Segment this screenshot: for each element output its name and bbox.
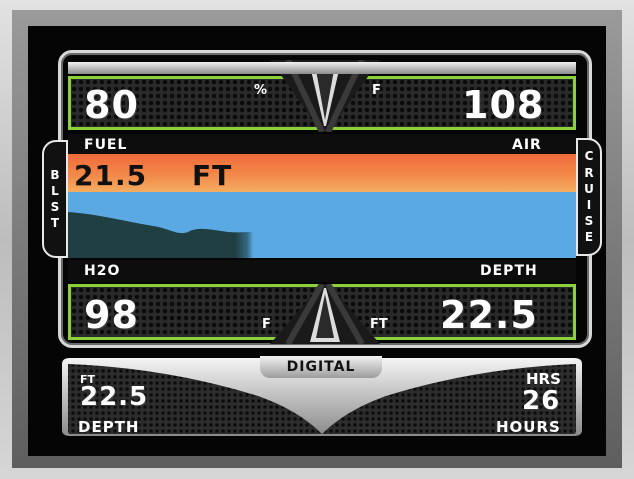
bottom-hours-value: 26 [522, 386, 561, 416]
blast-tab[interactable]: B L S T [42, 140, 68, 258]
blast-letter: B [50, 167, 60, 182]
sonar-depth-unit: FT [192, 159, 233, 192]
cruise-letter: I [586, 198, 592, 212]
air-value: 108 [462, 83, 545, 127]
depth-label: DEPTH [480, 263, 538, 279]
h2o-value: 98 [84, 293, 139, 337]
blast-letter: T [50, 216, 60, 231]
sonar-depth-value: 21.5 [74, 159, 148, 192]
sonar-water-view [68, 192, 576, 258]
digital-mode-button[interactable]: DIGITAL [260, 356, 382, 378]
depth-value: 22.5 [440, 293, 538, 337]
air-label: AIR [512, 137, 542, 153]
cruise-letter: U [584, 181, 594, 196]
bottom-depth-value: 22.5 [80, 382, 149, 412]
depth-unit: FT [370, 317, 388, 332]
top-label-stripe [68, 134, 576, 156]
cruise-letter: E [584, 230, 594, 245]
cruise-letter: R [584, 165, 594, 180]
bottom-hours-label: HOURS [496, 418, 561, 436]
fuel-label: FUEL [84, 137, 128, 153]
blast-letter: S [50, 200, 60, 214]
cruise-tab[interactable]: C R U I S E [576, 138, 602, 256]
fuel-value: 80 [84, 83, 139, 127]
cruise-letter: C [584, 149, 594, 164]
bottom-hours-unit: HRS [526, 370, 561, 388]
air-unit: F [372, 83, 381, 98]
bottom-depth-label: DEPTH [78, 418, 140, 436]
h2o-unit: F [262, 317, 271, 332]
sonar-bottom-profile [68, 206, 367, 258]
blast-letter: L [51, 183, 59, 198]
fuel-unit: % [254, 83, 268, 98]
bottom-v-divider [270, 284, 380, 344]
top-chrome-strip [68, 62, 576, 74]
h2o-label: H2O [84, 263, 121, 279]
cruise-letter: S [584, 214, 594, 229]
